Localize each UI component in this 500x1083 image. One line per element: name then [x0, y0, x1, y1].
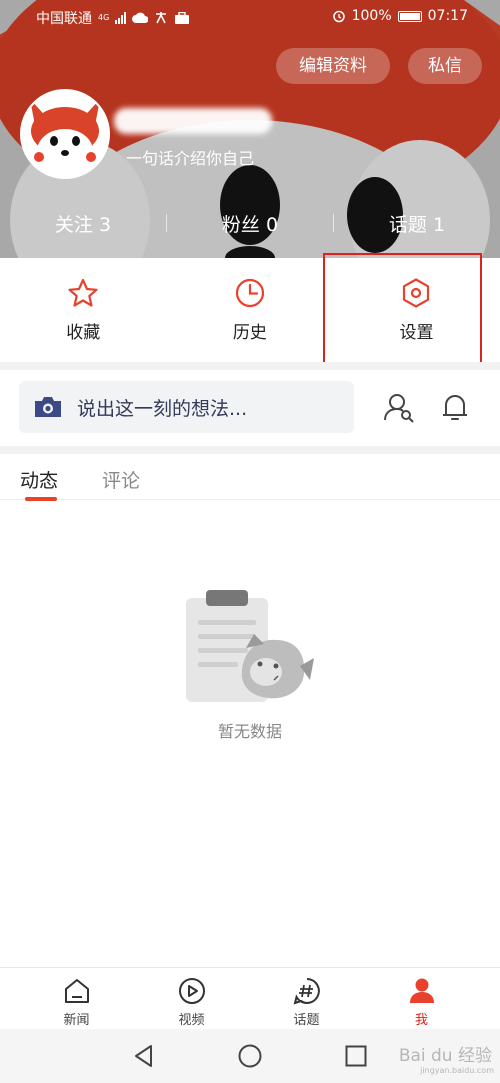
clock-time: 07:17	[427, 8, 468, 24]
system-navigation-bar: Bai du 经验 jingyan.baidu.com	[0, 1029, 500, 1083]
carrier-label: 中国联通	[36, 11, 92, 27]
empty-state-text: 暂无数据	[217, 722, 282, 741]
clock-icon	[235, 278, 264, 308]
settings-label: 设置	[399, 323, 434, 343]
favorites-button[interactable]: 收藏	[0, 258, 167, 362]
stat-topics[interactable]: 话题 1	[334, 210, 500, 237]
battery-icon	[397, 10, 422, 22]
stat-count: 0	[265, 213, 279, 236]
profile-header: 中国联通 4G 100% 07:17 编辑资料 私信 一句话介绍你自己 关注 3…	[0, 0, 500, 258]
signal-icon	[115, 12, 127, 24]
camera-icon	[35, 397, 61, 417]
tab-comments[interactable]: 评论	[102, 466, 140, 493]
history-button[interactable]: 历史	[167, 258, 334, 362]
bell-icon[interactable]	[438, 390, 472, 424]
nav-topics-label: 话题	[293, 1013, 320, 1028]
stat-followers[interactable]: 粉丝 0	[167, 210, 333, 237]
find-friends-icon[interactable]	[382, 390, 416, 424]
quick-actions: 收藏 历史 设置	[0, 258, 500, 362]
empty-clipboard-icon	[186, 590, 314, 702]
stat-label: 关注	[54, 213, 93, 236]
watermark-brand: Bai du 经验	[398, 1046, 492, 1066]
network-label: 4G	[98, 13, 110, 22]
back-triangle-icon[interactable]	[131, 1043, 157, 1069]
stat-following[interactable]: 关注 3	[0, 210, 166, 237]
star-icon	[68, 278, 98, 307]
stat-label: 话题	[388, 213, 427, 236]
profile-bio[interactable]: 一句话介绍你自己	[126, 145, 254, 169]
private-message-button[interactable]: 私信	[408, 48, 482, 84]
cloud-icon	[132, 12, 149, 23]
stat-count: 3	[98, 213, 112, 236]
alarm-icon	[332, 10, 345, 23]
post-bar: 说出这一刻的想法...	[0, 370, 500, 446]
battery-percent: 100%	[351, 8, 392, 24]
history-label: 历史	[232, 323, 267, 343]
home-icon	[64, 979, 89, 1003]
content-tabs: 动态 评论	[0, 454, 500, 501]
post-input[interactable]: 说出这一刻的想法...	[19, 381, 354, 433]
tab-activity[interactable]: 动态	[20, 466, 58, 493]
username-redacted[interactable]	[114, 108, 272, 134]
nav-news[interactable]: 新闻	[19, 968, 134, 1029]
nav-video[interactable]: 视频	[134, 968, 249, 1029]
settings-hexagon-icon	[403, 278, 430, 308]
section-divider	[0, 362, 500, 370]
avatar[interactable]	[20, 89, 110, 179]
active-tab-indicator	[25, 497, 57, 501]
play-icon	[178, 978, 205, 1004]
hashtag-icon	[293, 978, 320, 1005]
briefcase-icon	[175, 11, 190, 24]
nav-me[interactable]: 我	[364, 968, 479, 1029]
watermark-site: jingyan.baidu.com	[420, 1066, 494, 1075]
edit-profile-button[interactable]: 编辑资料	[276, 48, 390, 84]
favorites-label: 收藏	[66, 323, 101, 343]
translate-icon	[156, 12, 167, 24]
nav-topics[interactable]: 话题	[249, 968, 364, 1029]
fox-avatar-icon	[22, 91, 108, 177]
nav-news-label: 新闻	[63, 1013, 90, 1028]
post-placeholder: 说出这一刻的想法...	[77, 397, 248, 420]
stat-label: 粉丝	[221, 213, 260, 236]
settings-button[interactable]: 设置	[333, 258, 500, 362]
person-icon	[409, 978, 434, 1003]
home-circle-icon[interactable]	[237, 1043, 263, 1069]
recents-square-icon[interactable]	[343, 1043, 369, 1069]
nav-video-label: 视频	[178, 1013, 205, 1028]
status-bar: 中国联通 4G 100% 07:17	[0, 0, 500, 34]
nav-me-label: 我	[414, 1013, 428, 1028]
section-divider	[0, 446, 500, 454]
stat-count: 1	[432, 213, 446, 236]
bottom-navigation: 新闻 视频 话题 我	[0, 967, 500, 1029]
profile-stats: 关注 3 粉丝 0 话题 1	[0, 205, 500, 241]
